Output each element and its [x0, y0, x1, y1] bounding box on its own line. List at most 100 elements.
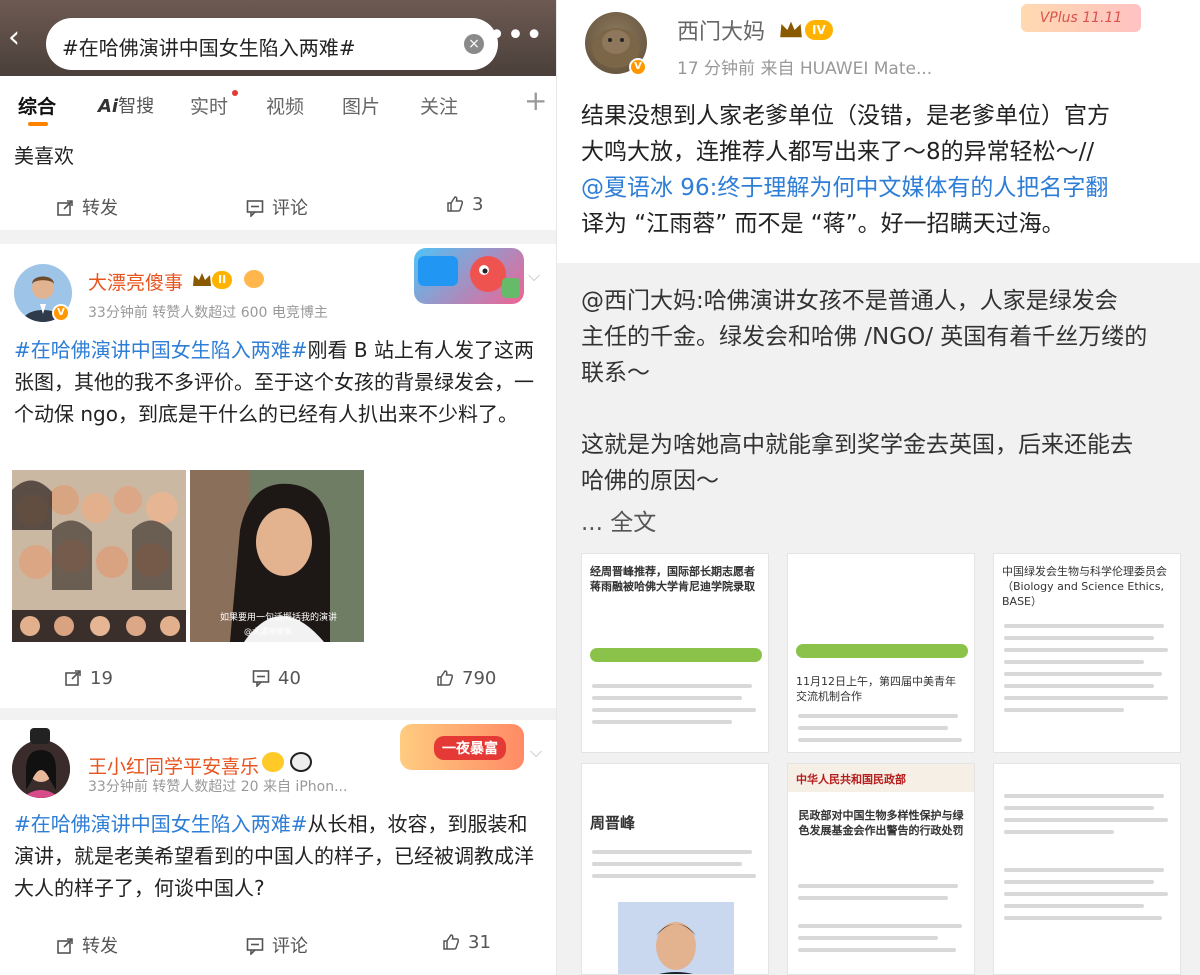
tab-images[interactable]: 图片 — [342, 92, 380, 119]
repost-line: 联系～ — [581, 360, 650, 386]
post-line: 译为 “江雨蓉” 而不是 “蒋”。好一招瞒天过海。 — [581, 211, 1065, 237]
thumbs-up-icon — [437, 670, 454, 686]
post-body: #在哈佛演讲中国女生陷入两难#从长相，妆容，到服装和演讲，就是老美希望看到的中国… — [14, 808, 544, 904]
post-card: 王小红同学平安喜乐 33分钟前 转赞人数超过 20 来自 iPhon... 一夜… — [0, 720, 556, 975]
repost-count: 19 — [90, 668, 113, 689]
repost-line: 哈佛的原因～ — [581, 468, 719, 494]
tab-ai-search[interactable]: Ai智搜 — [98, 92, 154, 118]
comment-icon — [246, 200, 264, 217]
comment-button[interactable]: 40 — [252, 668, 301, 689]
chevron-down-icon[interactable]: ⌵ — [530, 742, 542, 762]
comment-button[interactable]: 评论 — [246, 194, 308, 220]
sticker-text: 一夜暴富 — [434, 736, 506, 760]
tab-video[interactable]: 视频 — [266, 92, 304, 119]
search-input[interactable]: #在哈佛演讲中国女生陷入两难# × — [46, 18, 498, 70]
repost-label: 转发 — [82, 936, 118, 957]
repost-button[interactable]: 转发 — [56, 932, 118, 958]
thumbnail-title: 周晋峰 — [590, 814, 636, 832]
comment-label: 评论 — [272, 936, 308, 957]
thumbnail-title: 中国绿发会生物与科学伦理委员会（Biology and Science Ethi… — [1002, 565, 1167, 608]
image-thumbnail[interactable]: 周晋峰 — [581, 763, 769, 975]
username[interactable]: 西门大妈 — [677, 14, 765, 46]
thumbnail-highlight-bar — [590, 648, 762, 662]
image-thumbnail[interactable]: 中华人民共和国民政部 民政部对中国生物多样性保护与绿色发展基金会作出警告的行政处… — [787, 763, 975, 975]
tab-realtime[interactable]: 实时 — [190, 92, 228, 119]
search-header: ‹ #在哈佛演讲中国女生陷入两难# × ••• — [0, 0, 556, 76]
comment-count: 40 — [278, 668, 301, 689]
like-button[interactable]: 790 — [436, 668, 496, 689]
post-card: V 大漂亮傻事 II 33分钟前 转赞人数超过 600 电竞博主 ⌵ #在哈佛演… — [0, 244, 556, 708]
expand-full-text-link[interactable]: ... 全文 — [581, 505, 1181, 541]
hashtag-link[interactable]: #在哈佛演讲中国女生陷入两难# — [14, 338, 308, 362]
active-tab-indicator — [28, 122, 48, 126]
search-tabs: 综合 Ai智搜 实时 视频 图片 关注 + — [0, 76, 556, 132]
image-thumbnail[interactable]: 11月12日上午，第四届中美青年交流机制合作 — [787, 553, 975, 753]
avatar[interactable] — [12, 740, 70, 798]
clear-search-icon[interactable]: × — [464, 34, 484, 54]
image-thumbnail[interactable] — [993, 763, 1181, 975]
post-card: 美喜欢 转发 评论 3 — [0, 132, 556, 230]
comment-icon — [252, 670, 270, 687]
back-icon[interactable]: ‹ — [8, 23, 30, 53]
verified-badge-icon: V — [52, 304, 70, 322]
thumbnail-subtitle: 民政部对中国生物多样性保护与绿色发展基金会作出警告的行政处罚 — [798, 809, 964, 837]
like-button[interactable]: 31 — [442, 932, 491, 953]
username[interactable]: 大漂亮傻事 — [88, 268, 183, 295]
right-screenshot: V 西门大妈 IV 17 分钟前 来自 HUAWEI Mate... VPlus… — [556, 0, 1200, 975]
thumbnail-title: 经周晋峰推荐，国际部长期志愿者蒋雨融被哈佛大学肯尼迪学院录取 — [590, 565, 755, 593]
comment-icon — [246, 938, 264, 955]
image-watermark: @大漂亮傻事 — [244, 627, 292, 636]
vplus-banner: VPlus 11.11 — [1021, 4, 1141, 32]
post-body: 结果没想到人家老爹单位（没错，是老爹单位）官方 大鸣大放，连推荐人都写出来了～8… — [557, 88, 1200, 263]
repost-label: 转发 — [82, 198, 118, 219]
like-count: 31 — [468, 932, 491, 953]
cat-ears-decoration-icon — [30, 728, 50, 744]
hashtag-link[interactable]: #在哈佛演讲中国女生陷入两难# — [14, 812, 308, 836]
level-badge: IV — [805, 20, 833, 40]
repost-line: @西门大妈:哈佛演讲女孩不是普通人，人家是绿发会 — [581, 288, 1118, 314]
repost-line: 主任的千金。绿发会和哈佛 /NGO/ 英国有着千丝万缕的 — [581, 324, 1148, 350]
reposted-content: @西门大妈:哈佛演讲女孩不是普通人，人家是绿发会 主任的千金。绿发会和哈佛 /N… — [557, 263, 1200, 975]
repost-icon — [57, 200, 73, 216]
repost-button[interactable]: 19 — [64, 668, 113, 689]
sticker-decoration: 一夜暴富 — [400, 724, 524, 770]
thumbnail-title: 11月12日上午，第四届中美青年交流机制合作 — [796, 675, 956, 703]
image-thumbnail[interactable]: 经周晋峰推荐，国际部长期志愿者蒋雨融被哈佛大学肯尼迪学院录取 — [581, 553, 769, 753]
thumbs-up-icon — [443, 934, 460, 950]
thumbnail-title: 中华人民共和国民政部 — [796, 773, 906, 786]
repost-button[interactable]: 转发 — [56, 194, 118, 220]
like-count: 790 — [462, 668, 497, 689]
tab-following[interactable]: 关注 — [420, 92, 458, 119]
like-button[interactable]: 3 — [446, 194, 483, 215]
chevron-down-icon[interactable]: ⌵ — [528, 266, 540, 286]
level-badge: II — [212, 271, 233, 289]
new-indicator-dot — [232, 90, 238, 96]
post-image-video-still[interactable]: 如果要用一句话概括我的演讲 @大漂亮傻事 — [190, 470, 364, 642]
post-meta: 17 分钟前 来自 HUAWEI Mate... — [677, 59, 933, 79]
image-thumbnail[interactable]: 中国绿发会生物与科学伦理委员会（Biology and Science Ethi… — [993, 553, 1181, 753]
username[interactable]: 王小红同学平安喜乐 — [88, 752, 259, 779]
portrait-photo — [618, 902, 734, 974]
more-dots-icon[interactable]: ••• — [488, 21, 544, 51]
comment-button[interactable]: 评论 — [246, 932, 308, 958]
add-tab-icon[interactable]: + — [524, 84, 547, 117]
mention-line[interactable]: @夏语冰 96:终于理解为何中文媒体有的人把名字翻 — [581, 170, 1181, 206]
emoji-badge-icon — [262, 752, 284, 772]
thumbs-up-icon — [447, 196, 464, 212]
post-meta: 33分钟前 转赞人数超过 600 电竞博主 — [88, 305, 328, 321]
video-caption: 如果要用一句话概括我的演讲 — [220, 613, 338, 623]
post-actions: 19 40 790 — [0, 662, 556, 702]
search-query: #在哈佛演讲中国女生陷入两难# — [62, 36, 356, 60]
emoji-badge-icon — [244, 270, 264, 288]
sticker-decoration — [414, 248, 524, 304]
comment-label: 评论 — [272, 198, 308, 219]
repost-icon — [57, 938, 73, 954]
tab-comprehensive[interactable]: 综合 — [18, 92, 56, 119]
crown-icon — [780, 21, 802, 38]
post-line: 结果没想到人家老爹单位（没错，是老爹单位）官方 — [581, 103, 1110, 129]
post-body: #在哈佛演讲中国女生陷入两难#刚看 B 站上有人发了这两张图，其他的我不多评价。… — [14, 334, 544, 430]
post-text: 美喜欢 — [14, 144, 74, 168]
panda-emoji-icon — [290, 752, 312, 772]
left-screenshot: ‹ #在哈佛演讲中国女生陷入两难# × ••• 综合 Ai智搜 实时 视频 图片… — [0, 0, 556, 975]
post-image-collage[interactable] — [12, 470, 186, 642]
